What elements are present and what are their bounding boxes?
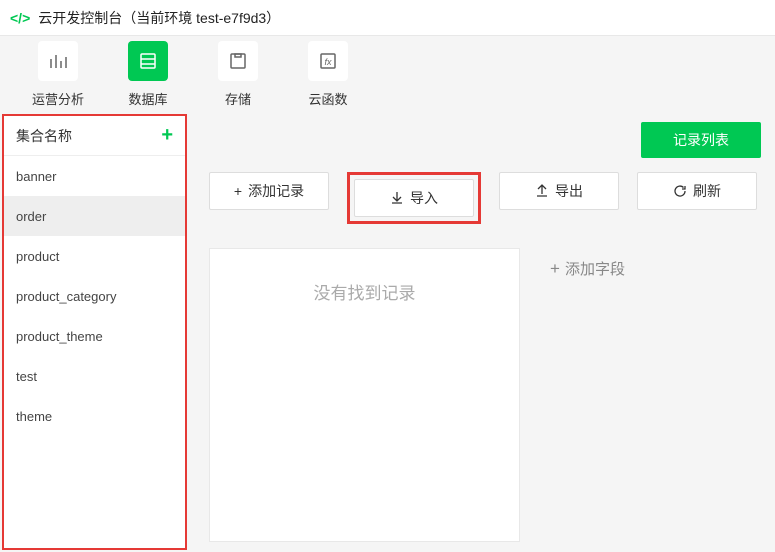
app-logo-icon: </> bbox=[10, 10, 30, 26]
analytics-icon bbox=[38, 41, 78, 81]
export-button[interactable]: 导出 bbox=[499, 172, 619, 210]
sidebar-header: 集合名称 + bbox=[4, 116, 185, 156]
function-icon: fx bbox=[308, 41, 348, 81]
upload-icon bbox=[535, 184, 549, 198]
tab-label: 运营分析 bbox=[32, 89, 84, 108]
plus-icon: + bbox=[234, 183, 242, 199]
action-row: + 添加记录 导入 导出 刷新 bbox=[209, 172, 775, 224]
storage-icon bbox=[218, 41, 258, 81]
refresh-label: 刷新 bbox=[693, 181, 721, 201]
empty-text: 没有找到记录 bbox=[314, 279, 416, 304]
titlebar: </> 云开发控制台（当前环境 test-e7f9d3） bbox=[0, 0, 775, 36]
collection-list: bannerorderproductproduct_categoryproduc… bbox=[4, 156, 185, 548]
nav-tabs: 运营分析 数据库 存储 fx 云函数 bbox=[0, 36, 775, 112]
collection-item[interactable]: product_theme bbox=[4, 316, 185, 356]
tab-functions[interactable]: fx 云函数 bbox=[288, 41, 368, 108]
records-panel: 没有找到记录 bbox=[209, 248, 520, 542]
import-highlight: 导入 bbox=[347, 172, 481, 224]
tab-storage[interactable]: 存储 bbox=[198, 41, 278, 108]
add-collection-icon[interactable]: + bbox=[161, 124, 173, 147]
collection-item[interactable]: product_category bbox=[4, 276, 185, 316]
main-area: 记录列表 + 添加记录 导入 导出 刷新 bbox=[189, 112, 775, 552]
add-field-button[interactable]: + 添加字段 bbox=[550, 258, 765, 279]
svg-text:fx: fx bbox=[324, 57, 332, 67]
add-record-button[interactable]: + 添加记录 bbox=[209, 172, 329, 210]
tab-analytics[interactable]: 运营分析 bbox=[18, 41, 98, 108]
window-title: 云开发控制台（当前环境 test-e7f9d3） bbox=[38, 8, 280, 28]
fields-panel: + 添加字段 bbox=[540, 248, 775, 542]
import-label: 导入 bbox=[410, 188, 438, 208]
record-list-button[interactable]: 记录列表 bbox=[641, 122, 761, 158]
collection-sidebar: 集合名称 + bannerorderproductproduct_categor… bbox=[2, 114, 187, 550]
collection-item[interactable]: theme bbox=[4, 396, 185, 436]
tab-label: 存储 bbox=[225, 89, 251, 108]
tab-database[interactable]: 数据库 bbox=[108, 41, 188, 108]
refresh-icon bbox=[673, 184, 687, 198]
add-field-label: 添加字段 bbox=[565, 258, 625, 279]
collection-item[interactable]: test bbox=[4, 356, 185, 396]
sidebar-title: 集合名称 bbox=[16, 126, 72, 146]
refresh-button[interactable]: 刷新 bbox=[637, 172, 757, 210]
collection-item[interactable]: order bbox=[4, 196, 185, 236]
collection-item[interactable]: product bbox=[4, 236, 185, 276]
tab-label: 数据库 bbox=[128, 89, 167, 108]
export-label: 导出 bbox=[555, 181, 583, 201]
download-icon bbox=[390, 191, 404, 205]
collection-item[interactable]: banner bbox=[4, 156, 185, 196]
plus-icon: + bbox=[550, 259, 560, 279]
add-record-label: 添加记录 bbox=[248, 181, 304, 201]
tab-label: 云函数 bbox=[308, 89, 347, 108]
database-icon bbox=[128, 41, 168, 81]
import-button[interactable]: 导入 bbox=[354, 179, 474, 217]
